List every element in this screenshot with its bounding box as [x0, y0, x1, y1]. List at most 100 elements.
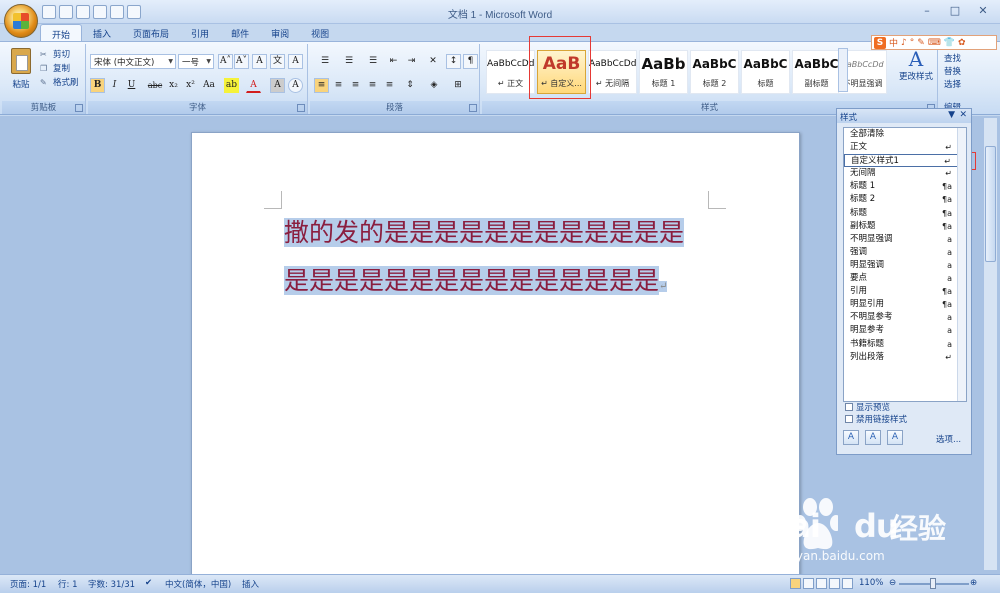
- ime-keyboard-icon[interactable]: ⌨: [928, 38, 941, 48]
- style-list-item[interactable]: 无间隔 ↵: [844, 167, 966, 180]
- zoom-slider-thumb[interactable]: [930, 578, 936, 589]
- tab-references[interactable]: 引用: [180, 24, 220, 42]
- clear-format-button[interactable]: A: [252, 54, 267, 69]
- disable-linked-checkbox[interactable]: 禁用链接样式: [845, 413, 907, 425]
- minimize-button[interactable]: –: [914, 3, 940, 20]
- show-marks-icon[interactable]: ¶: [463, 54, 478, 69]
- style-list-item[interactable]: 明显参考 a: [844, 324, 966, 337]
- ime-skin-icon[interactable]: 👕: [944, 38, 955, 48]
- pane-menu-icon[interactable]: ▼: [948, 110, 955, 120]
- grow-font-button[interactable]: A˄: [218, 54, 233, 69]
- scrollbar-thumb[interactable]: [985, 146, 996, 262]
- clipboard-launcher-icon[interactable]: [75, 104, 83, 112]
- enclose-char-button[interactable]: A: [288, 78, 303, 93]
- select-button[interactable]: 选择: [944, 78, 961, 90]
- print-layout-icon[interactable]: [790, 578, 801, 589]
- options-link[interactable]: 选项...: [936, 433, 961, 445]
- char-border-button[interactable]: A: [288, 54, 303, 69]
- show-preview-checkbox[interactable]: 显示预览: [845, 401, 890, 413]
- gallery-scroll-button[interactable]: [838, 48, 848, 92]
- outline-icon[interactable]: [829, 578, 840, 589]
- style-list-item[interactable]: 副标题 ¶a: [844, 220, 966, 233]
- tab-page-layout[interactable]: 页面布局: [122, 24, 180, 42]
- copy-button[interactable]: ❐ 复制: [40, 62, 70, 75]
- style-tile-subtitle[interactable]: AaBbC 副标题: [792, 50, 841, 94]
- strikethrough-button[interactable]: abc: [146, 78, 164, 93]
- new-style-button[interactable]: A: [843, 430, 859, 445]
- change-case-button[interactable]: Aa: [200, 78, 218, 93]
- align-left-icon[interactable]: ≡: [314, 78, 329, 93]
- style-list-item[interactable]: 明显强调 a: [844, 259, 966, 272]
- ime-punct-icon[interactable]: °: [910, 38, 915, 48]
- style-list-item[interactable]: 正文 ↵: [844, 141, 966, 154]
- office-button[interactable]: [4, 4, 38, 38]
- tab-view[interactable]: 视图: [300, 24, 340, 42]
- numbering-icon[interactable]: ☰: [338, 54, 360, 69]
- page-count[interactable]: 页面: 1/1: [10, 578, 46, 590]
- style-tile-custom[interactable]: AaB ↵ 自定义...: [537, 50, 586, 94]
- multilevel-list-icon[interactable]: ☰: [362, 54, 384, 69]
- style-list-item[interactable]: 不明显强调 a: [844, 233, 966, 246]
- style-list-item[interactable]: 标题 ¶a: [844, 207, 966, 220]
- style-list-item[interactable]: 标题 2 ¶a: [844, 193, 966, 206]
- font-size-combo[interactable]: 一号 ▼: [178, 54, 214, 69]
- tab-insert[interactable]: 插入: [82, 24, 122, 42]
- style-tile-no-spacing[interactable]: AaBbCcDd ↵ 无间隔: [588, 50, 637, 94]
- close-button[interactable]: ✕: [970, 3, 996, 20]
- language[interactable]: 中文(简体，中国): [165, 578, 231, 590]
- style-list-item[interactable]: 要点 a: [844, 272, 966, 285]
- highlight-button[interactable]: ab: [224, 78, 239, 93]
- style-inspector-button[interactable]: A: [865, 430, 881, 445]
- maximize-button[interactable]: □: [942, 3, 968, 20]
- borders-icon[interactable]: ⊞: [448, 78, 468, 93]
- phonetic-guide-button[interactable]: 文: [270, 54, 285, 69]
- style-tile-heading2[interactable]: AaBbC 标题 2: [690, 50, 739, 94]
- word-count[interactable]: 字数: 31/31: [88, 578, 135, 590]
- bold-button[interactable]: B: [90, 78, 105, 93]
- font-launcher-icon[interactable]: [297, 104, 305, 112]
- shading-icon[interactable]: ◈: [424, 78, 444, 93]
- web-layout-icon[interactable]: [816, 578, 827, 589]
- change-styles-button[interactable]: A 更改样式: [896, 48, 936, 82]
- document-text[interactable]: 撒的发的是是是是是是是是是是是是是是是是是是是是是是是是是是是↵: [284, 209, 688, 311]
- ime-tools-icon[interactable]: ✿: [958, 38, 966, 48]
- paste-button[interactable]: 粘贴: [8, 48, 34, 98]
- proofing-icon[interactable]: ✔: [145, 578, 152, 588]
- zoom-out-icon[interactable]: ⊖: [889, 578, 896, 588]
- style-list-item[interactable]: 明显引用 ¶a: [844, 298, 966, 311]
- justify-icon[interactable]: ≡: [365, 78, 380, 93]
- subscript-button[interactable]: x₂: [166, 78, 181, 93]
- zoom-level[interactable]: 110%: [859, 578, 883, 588]
- style-list-item[interactable]: 全部清除: [844, 128, 966, 141]
- full-screen-reading-icon[interactable]: [803, 578, 814, 589]
- style-list-item[interactable]: 书籍标题 a: [844, 338, 966, 351]
- line-spacing-icon[interactable]: ⇕: [400, 78, 420, 93]
- chinese-layout-icon[interactable]: ✕: [422, 54, 444, 69]
- sort-icon[interactable]: ↕: [446, 54, 461, 69]
- tab-review[interactable]: 审阅: [260, 24, 300, 42]
- line-number[interactable]: 行: 1: [58, 578, 77, 590]
- manage-styles-button[interactable]: A: [887, 430, 903, 445]
- align-right-icon[interactable]: ≡: [348, 78, 363, 93]
- superscript-button[interactable]: x²: [183, 78, 198, 93]
- replace-button[interactable]: 替换: [944, 65, 961, 77]
- ime-mode-button[interactable]: 中: [889, 36, 898, 49]
- cut-button[interactable]: ✂ 剪切: [40, 48, 70, 61]
- sogou-logo-icon[interactable]: S: [874, 36, 886, 49]
- ime-handwrite-icon[interactable]: ✎: [917, 38, 925, 48]
- font-color-button[interactable]: A: [246, 78, 261, 93]
- find-button[interactable]: 查找: [944, 52, 961, 64]
- italic-button[interactable]: I: [107, 78, 122, 93]
- style-list-item[interactable]: 强调 a: [844, 246, 966, 259]
- char-shading-button[interactable]: A: [270, 78, 285, 93]
- style-list-item[interactable]: 标题 1 ¶a: [844, 180, 966, 193]
- zoom-in-icon[interactable]: ⊕: [970, 578, 977, 588]
- close-icon[interactable]: ✕: [959, 110, 967, 120]
- style-tile-normal[interactable]: AaBbCcDd ↵ 正文: [486, 50, 535, 94]
- style-tile-heading1[interactable]: AaBb 标题 1: [639, 50, 688, 94]
- underline-button[interactable]: U: [124, 78, 139, 93]
- style-list-item[interactable]: 引用 ¶a: [844, 285, 966, 298]
- draft-icon[interactable]: [842, 578, 853, 589]
- format-painter-button[interactable]: ✎ 格式刷: [40, 76, 79, 89]
- vertical-scrollbar[interactable]: [983, 118, 997, 570]
